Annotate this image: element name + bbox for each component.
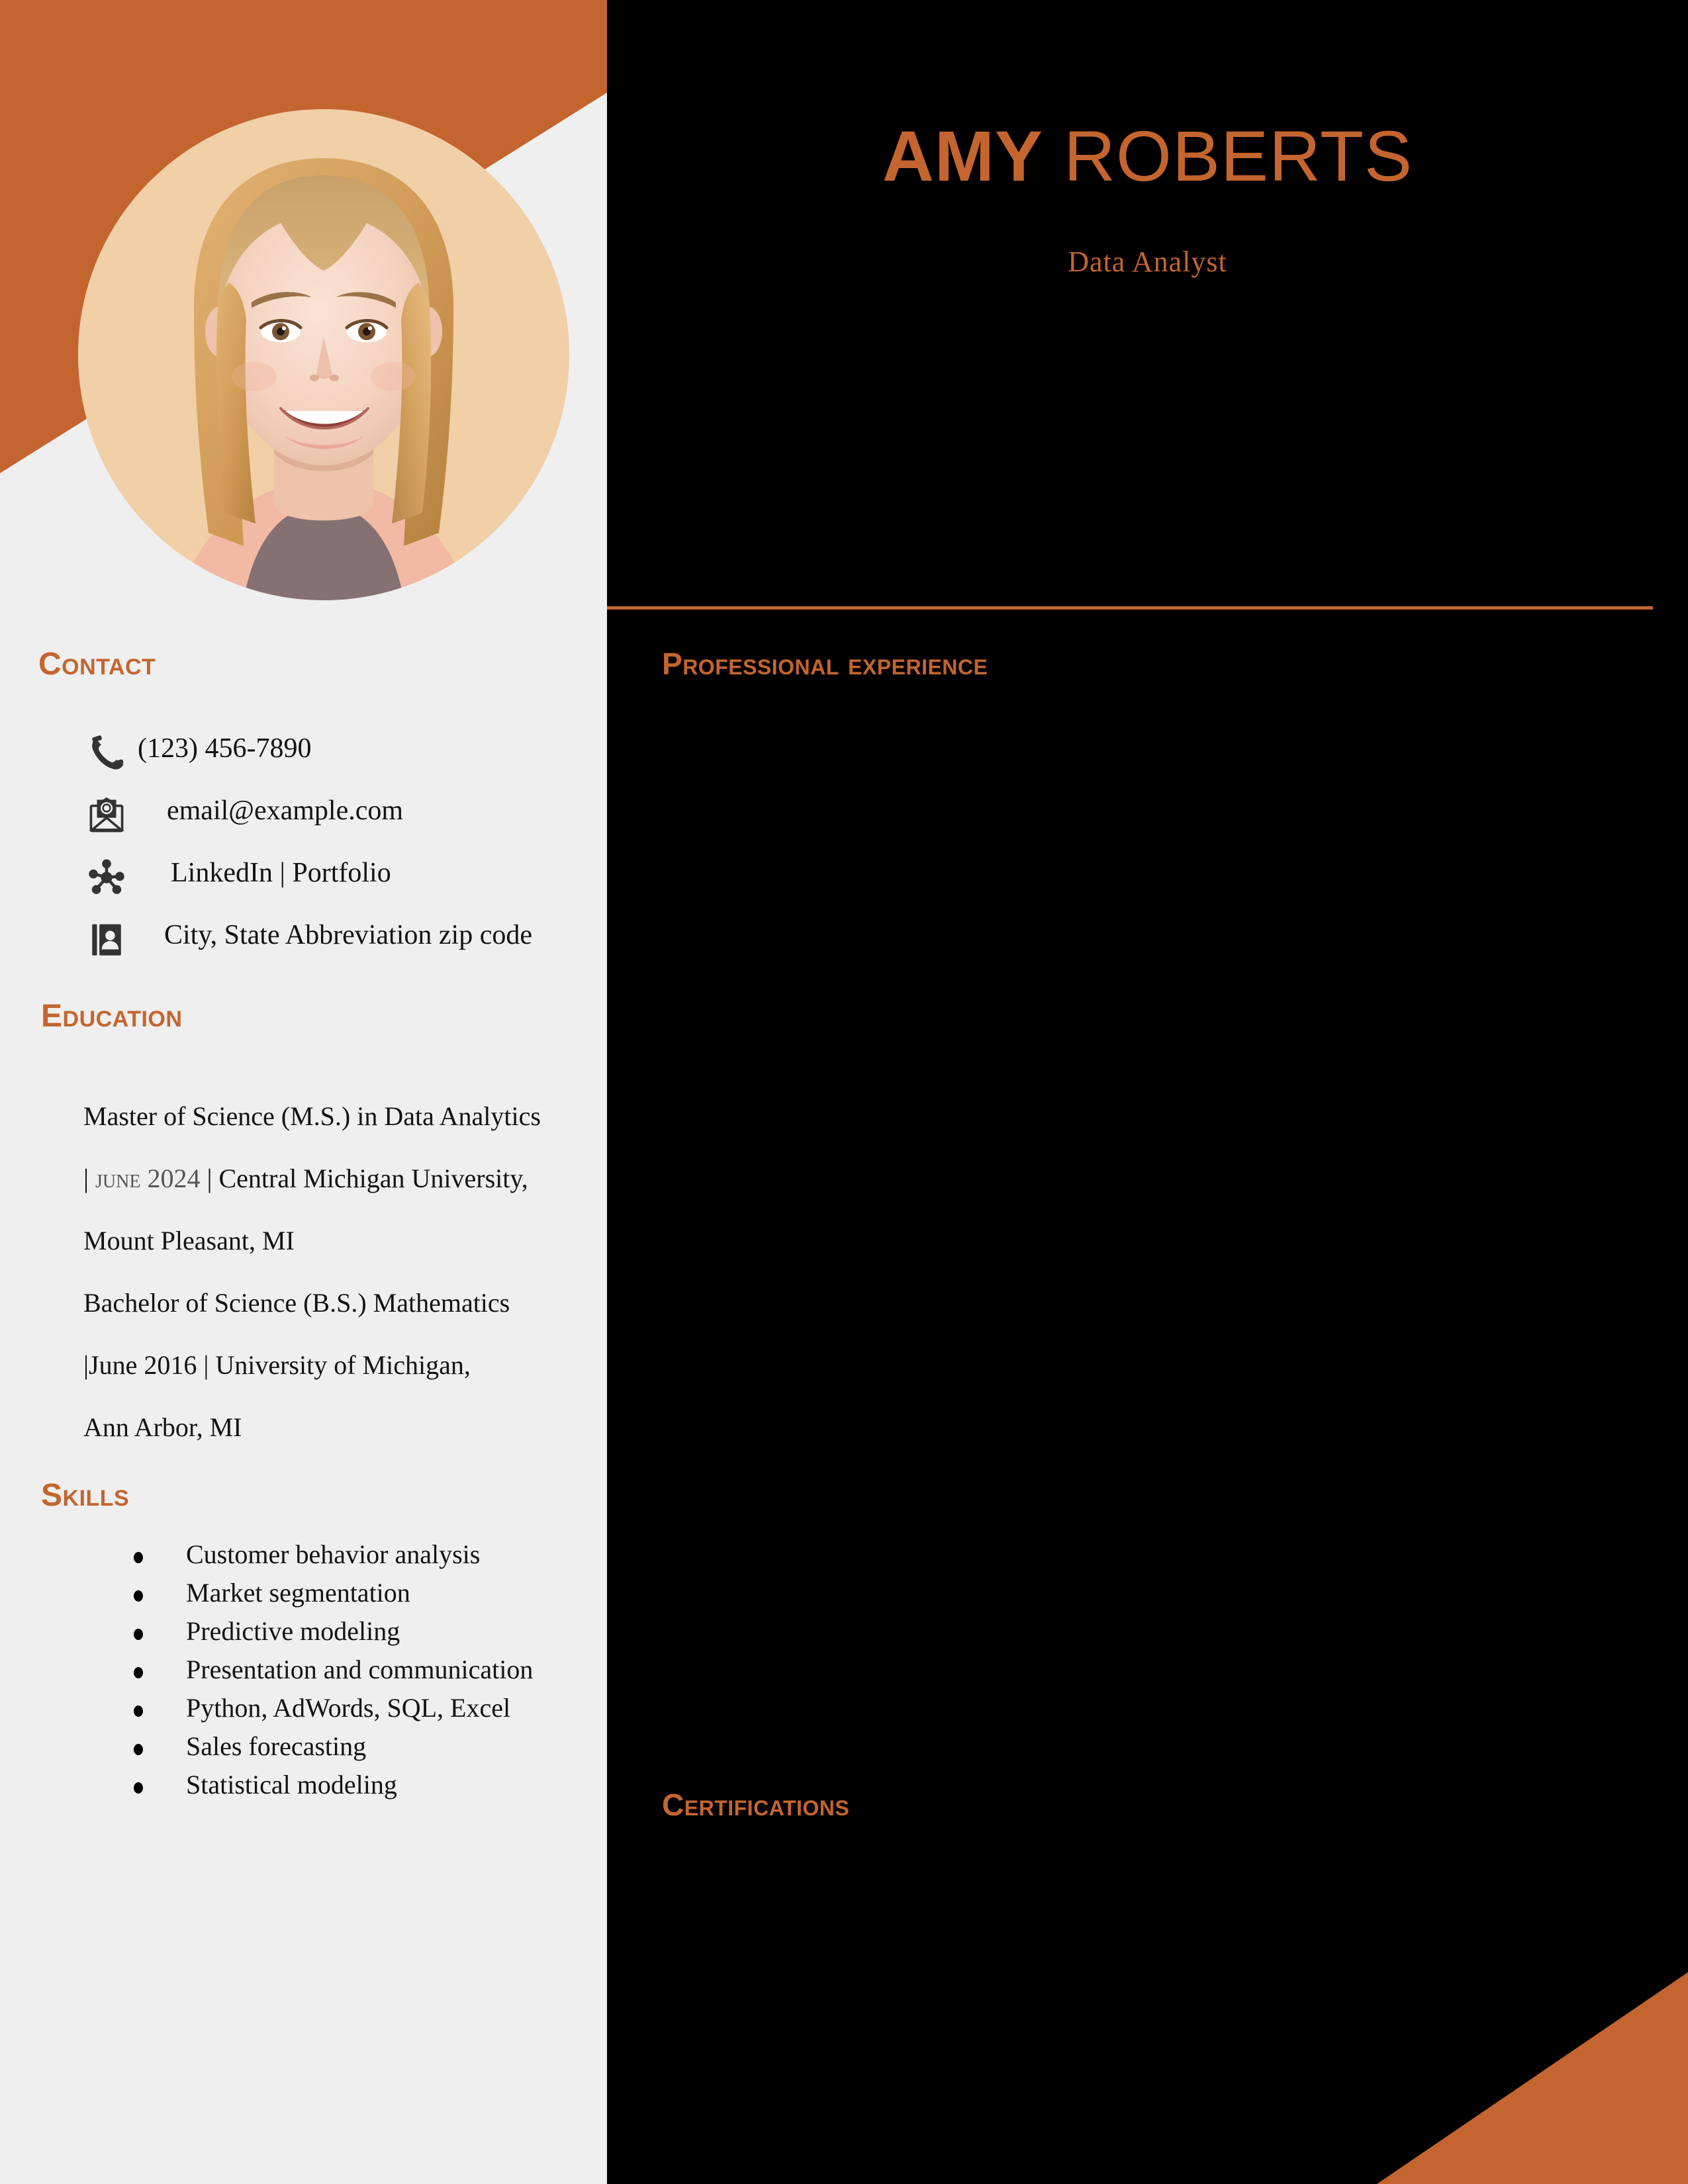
contact-item-phone[interactable]: (123) 456-7890 xyxy=(0,731,607,794)
education-school: University of Michigan, xyxy=(215,1350,471,1380)
bullet-icon xyxy=(134,1552,143,1563)
first-name: AMY xyxy=(882,116,1043,196)
education-location: Mount Pleasant, MI xyxy=(83,1226,295,1255)
bullet-icon xyxy=(134,1744,143,1755)
education-date-prefix: | xyxy=(83,1350,89,1380)
email-address: email@example.com xyxy=(167,796,404,826)
contact-item-links[interactable]: LinkedIn | Portfolio xyxy=(0,856,607,918)
education-date-suffix: | xyxy=(197,1350,216,1380)
bullet-icon xyxy=(134,1782,143,1794)
skills-list: Customer behavior analysis Market segmen… xyxy=(83,1539,586,1807)
education-date-suffix: | xyxy=(200,1163,219,1193)
skill-label: Market segmentation xyxy=(186,1578,410,1608)
resume-page: AMY ROBERTS Data Analyst CONTACT (123) 4… xyxy=(0,0,1688,2184)
header-divider xyxy=(607,606,1653,610)
education-meta: | JUNE 2024 | Central Michigan Universit… xyxy=(83,1148,573,1210)
contact-list: (123) 456-7890 email@example.com LinkedI… xyxy=(0,731,607,980)
education-school: Central Michigan University, xyxy=(218,1163,528,1193)
section-heading-professional-experience: PROFESSIONAL EXPERIENCE xyxy=(662,647,988,681)
list-item: Predictive modeling xyxy=(83,1615,586,1654)
education-date-prefix: | xyxy=(83,1163,96,1193)
education-degree: Bachelor of Science (B.S.) Mathematics xyxy=(83,1288,510,1318)
contact-item-email[interactable]: email@example.com xyxy=(0,794,607,856)
section-heading-certifications: CERTIFICATIONS xyxy=(662,1788,850,1822)
bullet-icon xyxy=(134,1629,143,1640)
list-item: Python, AdWords, SQL, Excel xyxy=(83,1692,586,1731)
list-item: Market segmentation xyxy=(83,1577,586,1615)
avatar-photo xyxy=(78,109,569,600)
bullet-icon xyxy=(134,1590,143,1602)
profile-links: LinkedIn | Portfolio xyxy=(171,858,391,888)
skill-label: Presentation and communication xyxy=(186,1655,534,1684)
list-item: Sales forecasting xyxy=(83,1731,586,1769)
education-location: Ann Arbor, MI xyxy=(83,1412,242,1442)
last-name: ROBERTS xyxy=(1063,116,1413,196)
network-share-icon xyxy=(87,858,126,897)
education-date: JUNE 2024 xyxy=(95,1163,201,1193)
resume-header: AMY ROBERTS Data Analyst xyxy=(607,0,1688,610)
page-title: AMY ROBERTS xyxy=(607,116,1688,196)
list-item: Presentation and communication xyxy=(83,1654,586,1692)
education-degree: Master of Science (M.S.) in Data Analyti… xyxy=(83,1101,541,1131)
bullet-icon xyxy=(134,1667,143,1678)
address-book-icon xyxy=(87,921,126,959)
section-heading-contact: CONTACT xyxy=(38,647,156,682)
avatar xyxy=(78,109,569,600)
contact-item-location[interactable]: City, State Abbreviation zip code xyxy=(0,918,607,980)
skill-label: Sales forecasting xyxy=(186,1731,367,1761)
education-list: Master of Science (M.S.) in Data Analyti… xyxy=(83,1085,573,1459)
skill-label: Statistical modeling xyxy=(186,1770,397,1799)
list-item: Statistical modeling xyxy=(83,1769,586,1807)
location: City, State Abbreviation zip code xyxy=(164,920,532,950)
section-heading-skills: SKILLS xyxy=(41,1478,130,1513)
education-meta: |June 2016 | University of Michigan, xyxy=(83,1334,573,1396)
skill-label: Customer behavior analysis xyxy=(186,1539,481,1569)
envelope-at-icon xyxy=(87,796,126,835)
bullet-icon xyxy=(134,1706,143,1717)
list-item: Customer behavior analysis xyxy=(83,1539,586,1577)
education-date: June 2016 xyxy=(89,1350,197,1380)
section-heading-education: EDUCATION xyxy=(41,999,183,1034)
skill-label: Python, AdWords, SQL, Excel xyxy=(186,1693,511,1723)
phone-icon xyxy=(87,734,126,772)
phone-number: (123) 456-7890 xyxy=(138,733,312,764)
job-title: Data Analyst xyxy=(1068,246,1227,278)
skill-label: Predictive modeling xyxy=(186,1616,400,1646)
